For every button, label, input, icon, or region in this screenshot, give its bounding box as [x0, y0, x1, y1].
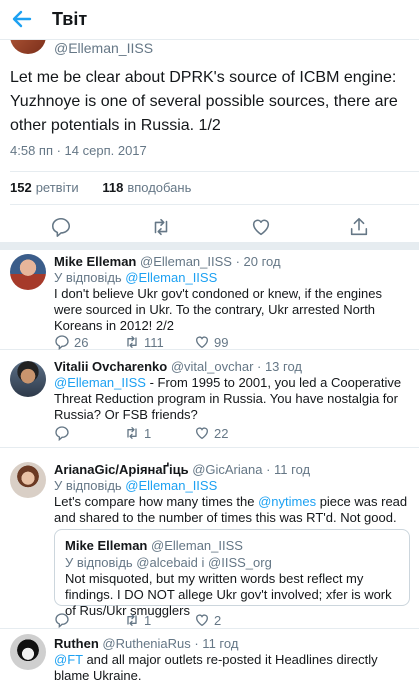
like-icon: [195, 614, 209, 627]
quoted-author-handle: @Elleman_IISS: [151, 538, 243, 553]
reply-button[interactable]: [54, 612, 70, 628]
like-count: 99: [214, 334, 229, 350]
mention-link[interactable]: @FT: [54, 652, 83, 667]
retweets-stat[interactable]: 152 ретвіти: [10, 180, 79, 195]
like-button[interactable]: 22: [194, 425, 228, 441]
likes-stat[interactable]: 118 вподобань: [102, 180, 191, 195]
reply-tweet[interactable]: Mike Elleman @Elleman_IISS · 20 год У ві…: [0, 250, 419, 350]
like-icon[interactable]: [250, 216, 272, 238]
author-handle-time: @GicAriana · 11 год: [192, 462, 311, 477]
back-arrow-icon[interactable]: [10, 7, 34, 31]
author-name[interactable]: Mike Elleman: [54, 254, 136, 269]
author-handle-time: @Elleman_IISS · 20 год: [140, 254, 281, 269]
reply-text: I don't believe Ukr gov't condoned or kn…: [54, 286, 383, 333]
section-divider: [0, 242, 419, 250]
author-name[interactable]: Ruthen: [54, 636, 99, 651]
mention-link[interactable]: @nytimes: [258, 494, 316, 509]
like-icon: [195, 427, 209, 440]
reply-text: @Elleman_IISS - From 1995 to 2001, you l…: [54, 375, 402, 422]
top-bar: Твіт: [0, 0, 419, 40]
page-title: Твіт: [52, 9, 88, 29]
avatar[interactable]: [10, 254, 46, 290]
reply-actions: 1 22: [54, 425, 354, 445]
like-button[interactable]: 2: [194, 612, 221, 628]
in-reply-to: У відповідь @Elleman_IISS: [54, 270, 218, 285]
retweet-icon: [127, 336, 137, 348]
tweet-timestamp[interactable]: 4:58 пп · 14 серп. 2017: [10, 143, 147, 158]
retweet-count: 1: [144, 612, 152, 628]
retweet-count: 111: [144, 334, 164, 350]
mention-link[interactable]: @Elleman_IISS: [54, 375, 146, 390]
retweet-icon[interactable]: [150, 216, 172, 238]
avatar[interactable]: [10, 462, 46, 498]
divider: [10, 171, 419, 172]
quoted-tweet[interactable]: Mike Elleman @Elleman_IISS У відповідь @…: [54, 529, 410, 618]
retweet-button[interactable]: 1: [124, 612, 151, 628]
reply-tweet[interactable]: Vitalii Ovcharenko @vital_ovchar · 13 го…: [0, 351, 419, 448]
mention-link[interactable]: @Elleman_IISS: [125, 270, 217, 285]
avatar[interactable]: [10, 361, 46, 397]
retweet-icon: [127, 614, 137, 626]
divider: [10, 204, 419, 205]
reply-tweet[interactable]: Ruthen @RutheniaRus · 11 год @FT and all…: [0, 630, 419, 680]
author-handle-time: @vital_ovchar · 13 год: [170, 359, 303, 374]
tweet-text: Let me be clear about DPRK's source of I…: [10, 69, 398, 134]
reply-icon: [55, 613, 69, 628]
author-handle[interactable]: @Elleman_IISS: [54, 40, 153, 56]
retweet-icon: [127, 427, 137, 439]
reply-text: @FT and all major outlets re-posted it H…: [54, 652, 378, 680]
reply-icon: [55, 426, 69, 441]
reply-button[interactable]: 26: [54, 334, 88, 350]
tweet-stats: 152 ретвіти 118 вподобань: [10, 180, 211, 195]
author-handle-time: @RutheniaRus · 11 год: [102, 636, 239, 651]
reply-text: Let's compare how many times the @nytime…: [54, 494, 408, 525]
reply-tweet[interactable]: ArianaGic/АріянаҐіць @GicAriana · 11 год…: [0, 449, 419, 629]
author-name[interactable]: ArianaGic/АріянаҐіць: [54, 462, 189, 477]
mention-link[interactable]: @Elleman_IISS: [125, 478, 217, 493]
like-count: 2: [214, 612, 222, 628]
reply-icon[interactable]: [50, 216, 72, 238]
quoted-in-reply-to: У відповідь @alcebaid і @IISS_org: [65, 555, 272, 570]
in-reply-to: У відповідь @Elleman_IISS: [54, 478, 218, 493]
like-count: 22: [214, 425, 229, 441]
reply-actions: 1 2: [54, 612, 354, 632]
retweet-count: 1: [144, 425, 152, 441]
reply-count: 26: [74, 334, 89, 350]
reply-button[interactable]: [54, 425, 70, 441]
retweet-button[interactable]: 1: [124, 425, 151, 441]
like-icon: [195, 336, 209, 349]
retweet-button[interactable]: 111: [124, 334, 164, 350]
avatar[interactable]: [10, 634, 46, 670]
share-icon[interactable]: [348, 216, 370, 238]
reply-icon: [55, 335, 69, 350]
like-button[interactable]: 99: [194, 334, 228, 350]
author-name[interactable]: Vitalii Ovcharenko: [54, 359, 167, 374]
quoted-author-name: Mike Elleman: [65, 538, 148, 553]
